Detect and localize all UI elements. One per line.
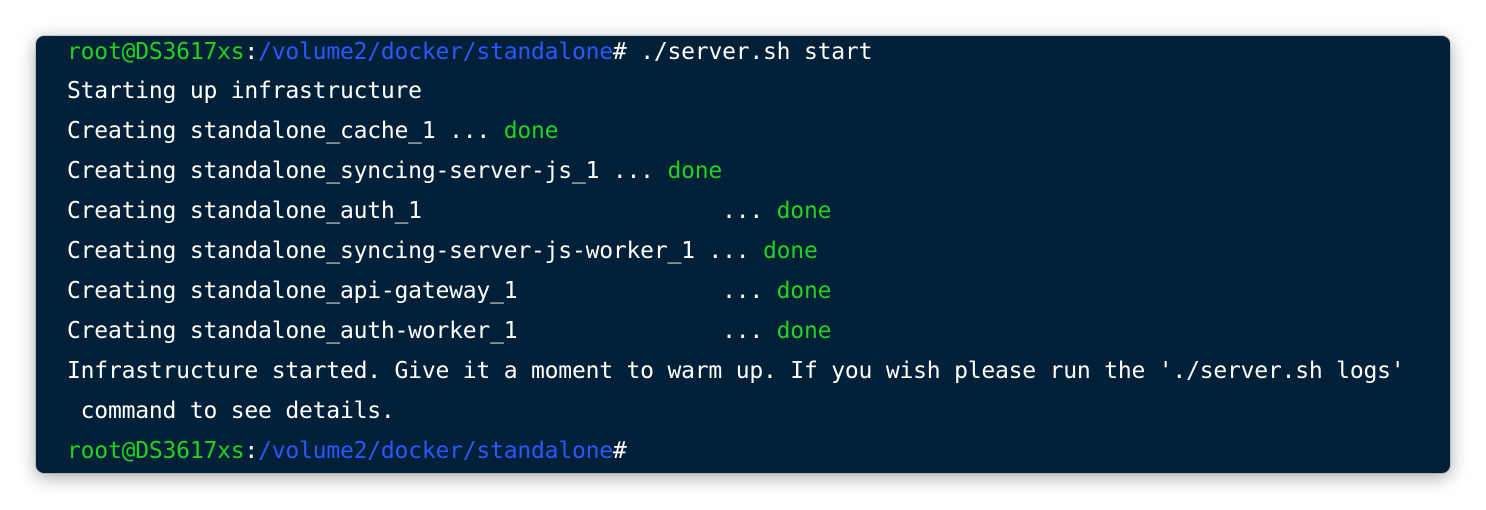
- create-line: Creating standalone_api-gateway_1 ... do…: [67, 276, 1450, 316]
- create-line-text: Creating standalone_syncing-server-js-wo…: [67, 238, 764, 264]
- prompt-line[interactable]: root@DS3617xs:/volume2/docker/standalone…: [67, 436, 1450, 473]
- output-line: Starting up infrastructure: [67, 78, 422, 104]
- prompt-hash: #: [612, 39, 627, 65]
- output-line: Infrastructure started. Give it a moment…: [67, 358, 1405, 384]
- status-done: done: [776, 278, 832, 304]
- prompt-path: /volume2/docker/standalone: [258, 438, 613, 464]
- terminal-window[interactable]: root@DS3617xs:/volume2/docker/standalone…: [36, 36, 1450, 473]
- create-line-text: Creating standalone_auth-worker_1 ...: [67, 318, 777, 344]
- prompt-line: root@DS3617xs:/volume2/docker/standalone…: [67, 36, 1450, 76]
- terminal-output: root@DS3617xs:/volume2/docker/standalone…: [67, 36, 1450, 473]
- prompt-colon: :: [244, 39, 259, 65]
- prompt-user: root@DS3617xs: [67, 39, 245, 65]
- output-line: command to see details.: [67, 398, 395, 424]
- status-done: done: [776, 318, 832, 344]
- prompt-user: root@DS3617xs: [67, 438, 245, 464]
- status-done: done: [503, 118, 559, 144]
- create-line: Creating standalone_auth_1 ... done: [67, 196, 1450, 236]
- create-line: Creating standalone_syncing-server-js_1 …: [67, 156, 1450, 196]
- create-line: Creating standalone_syncing-server-js-wo…: [67, 236, 1450, 276]
- create-line-text: Creating standalone_syncing-server-js_1 …: [67, 158, 668, 184]
- create-line: Creating standalone_auth-worker_1 ... do…: [67, 316, 1450, 356]
- prompt-colon: :: [244, 438, 259, 464]
- create-line-text: Creating standalone_auth_1 ...: [67, 198, 777, 224]
- create-line-text: Creating standalone_cache_1 ...: [67, 118, 504, 144]
- status-done: done: [763, 238, 818, 264]
- create-line: Creating standalone_cache_1 ... done: [67, 116, 1450, 156]
- status-done: done: [776, 198, 832, 224]
- create-line-text: Creating standalone_api-gateway_1 ...: [67, 278, 777, 304]
- prompt-path: /volume2/docker/standalone: [258, 39, 613, 65]
- prompt-hash: #: [612, 438, 627, 464]
- status-done: done: [667, 158, 723, 184]
- command-text: ./server.sh start: [626, 39, 873, 65]
